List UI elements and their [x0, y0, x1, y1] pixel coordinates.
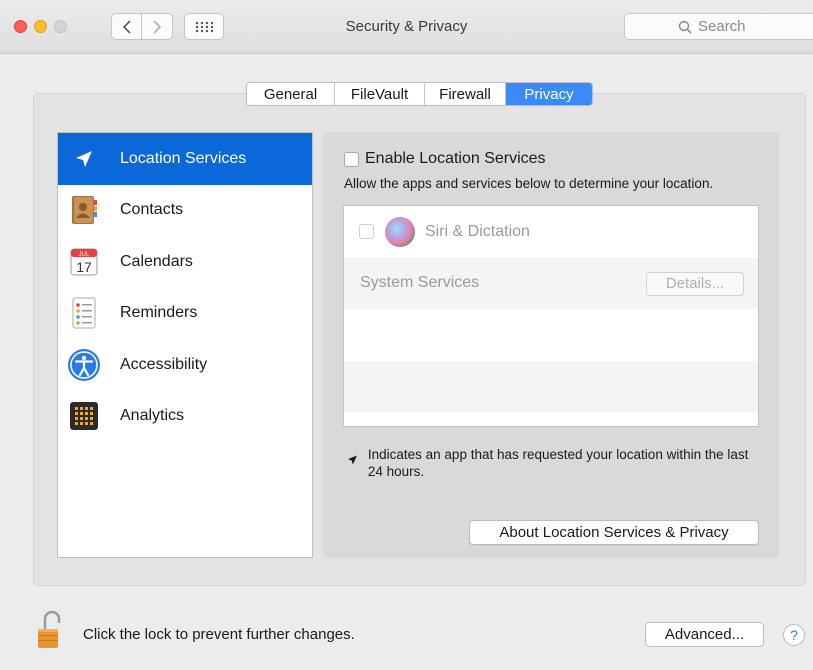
list-item: Siri & Dictation	[344, 206, 758, 258]
sidebar-item-label: Accessibility	[120, 355, 208, 373]
tab-general[interactable]: General	[247, 83, 335, 105]
details-button[interactable]: Details...	[646, 271, 744, 296]
lock-text: Click the lock to prevent further change…	[83, 626, 355, 643]
reminders-icon	[67, 296, 101, 330]
location-arrow-icon	[67, 142, 101, 176]
sidebar-item-label: Analytics	[120, 407, 185, 425]
search-field[interactable]: Search	[624, 13, 813, 40]
analytics-icon	[67, 399, 101, 433]
sidebar-item-accessibility[interactable]: Accessibility	[58, 339, 312, 391]
sidebar-item-label: Reminders	[120, 304, 198, 322]
system-services-label: System Services	[360, 274, 480, 292]
location-app-list: Siri & Dictation System Services Details…	[343, 205, 759, 427]
about-location-services-button[interactable]: About Location Services & Privacy	[469, 520, 759, 545]
list-item-empty	[344, 412, 758, 426]
list-item-empty	[344, 309, 758, 361]
location-description: Allow the apps and services below to det…	[344, 176, 714, 191]
title-bar: Security & Privacy Search	[0, 0, 813, 54]
sidebar-item-label: Contacts	[120, 201, 184, 219]
enable-location-services-checkbox[interactable]	[344, 151, 359, 167]
calendar-icon: JUL 17	[67, 245, 101, 279]
advanced-button[interactable]: Advanced...	[645, 622, 764, 647]
search-placeholder: Search	[698, 18, 746, 35]
accessibility-icon	[67, 348, 101, 382]
siri-icon	[385, 216, 415, 247]
location-arrow-icon	[347, 455, 357, 465]
list-item: System Services Details...	[344, 257, 758, 309]
tab-privacy[interactable]: Privacy	[506, 83, 592, 105]
sidebar-item-location-services[interactable]: Location Services	[58, 133, 312, 185]
tab-filevault[interactable]: FileVault	[335, 83, 425, 105]
tab-bar: General FileVault Firewall Privacy	[246, 82, 593, 106]
contacts-book-icon	[67, 193, 101, 227]
sidebar-item-analytics[interactable]: Analytics	[58, 391, 312, 443]
unlocked-padlock-icon	[38, 610, 61, 648]
sidebar-item-label: Location Services	[120, 149, 247, 167]
siri-dictation-checkbox[interactable]	[359, 224, 374, 240]
calendar-day: 17	[76, 259, 92, 275]
enable-location-services-label[interactable]: Enable Location Services	[365, 150, 546, 168]
enable-location-services-row: Enable Location Services	[344, 150, 546, 168]
sidebar-item-label: Calendars	[120, 252, 193, 270]
app-label: Siri & Dictation	[425, 222, 530, 240]
indicator-text: Indicates an app that has requested your…	[367, 447, 749, 479]
search-icon	[678, 20, 692, 34]
sidebar-item-contacts[interactable]: Contacts	[58, 185, 312, 237]
tab-firewall[interactable]: Firewall	[425, 83, 506, 105]
calendar-month: JUL	[79, 252, 90, 258]
sidebar-item-calendars[interactable]: JUL 17 Calendars	[58, 236, 312, 288]
sidebar-item-reminders[interactable]: Reminders	[58, 288, 312, 340]
help-button[interactable]: ?	[783, 624, 805, 646]
list-item-empty	[344, 360, 758, 412]
location-indicator-note: Indicates an app that has requested your…	[347, 446, 767, 480]
lock-button[interactable]	[37, 610, 63, 654]
privacy-category-list: Location Services Contacts JUL 17 Calend…	[57, 132, 313, 558]
